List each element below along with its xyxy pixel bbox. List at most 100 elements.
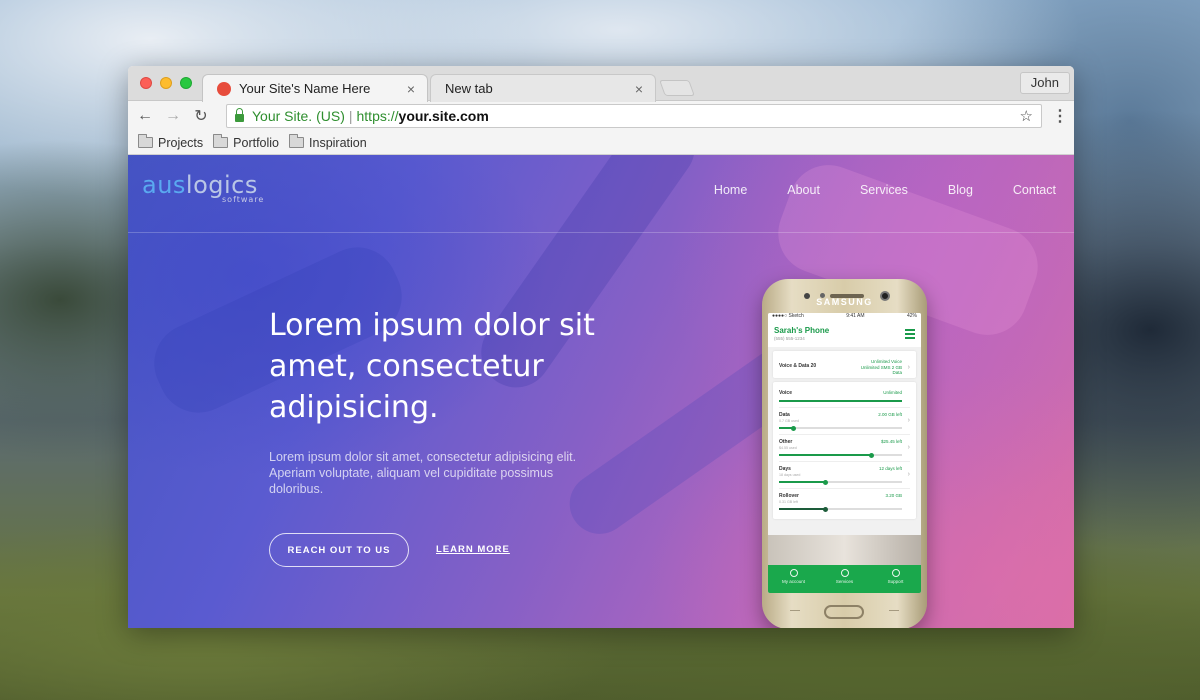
tab-active[interactable]: Your Site's Name Here × [202, 74, 428, 102]
tab-title: Your Site's Name Here [239, 81, 371, 96]
usage-row: Days 12 days left 18 days used › [779, 462, 910, 489]
usage-row: Voice Unlimited [779, 386, 910, 408]
usage-bar [779, 452, 902, 458]
bookmark-projects[interactable]: Projects [138, 134, 204, 150]
tab-close-icon[interactable]: × [407, 81, 415, 97]
logo-subtitle: software [222, 195, 265, 204]
app-tab-my-account: My account [768, 565, 819, 593]
usage-value: 2.00 GB left [878, 412, 902, 417]
plan-detail: Unlimited Voice Unlimited SMS 2 GB Data [860, 359, 902, 375]
site-logo[interactable]: auslogics software [142, 171, 263, 204]
nav-contact[interactable]: Contact [1013, 183, 1056, 197]
usage-sub: $4.55 used [779, 446, 797, 450]
header-divider [128, 232, 1074, 233]
usage-bar [779, 479, 902, 485]
back-arrow-icon[interactable]: ← [136, 107, 154, 125]
bookmarks-bar: Projects Portfolio Inspiration [128, 131, 1074, 155]
new-tab-button[interactable] [659, 80, 695, 96]
website-hero: auslogics software Home About Services B… [128, 155, 1074, 628]
folder-icon [213, 134, 229, 148]
hero-headline: Lorem ipsum dolor sit amet, consectetur … [269, 308, 595, 425]
url-scheme: https:// [356, 108, 399, 124]
usage-bar-fill [779, 400, 902, 402]
hero-lead-text: Lorem ipsum dolor sit amet, consectetur … [269, 450, 577, 496]
tab-strip: Your Site's Name Here × New tab × John [128, 66, 1074, 102]
bookmark-label: Inspiration [309, 135, 367, 150]
usage-value: Unlimited [883, 390, 902, 395]
profile-button[interactable]: John [1019, 72, 1070, 94]
usage-card: Voice Unlimited Data 2.00 GB left 0.7 GB… [773, 382, 916, 519]
usage-sub: 0.31 GB left [779, 500, 798, 504]
hamburger-icon [905, 329, 915, 341]
usage-bar-fill [779, 481, 826, 483]
nav-services[interactable]: Services [860, 183, 908, 197]
folder-icon [138, 134, 153, 148]
nav-about[interactable]: About [787, 183, 820, 197]
browser-window: Your Site's Name Here × New tab × John ←… [128, 66, 1074, 628]
nav-blog[interactable]: Blog [948, 183, 973, 197]
learn-more-link[interactable]: LEARN MORE [436, 544, 510, 555]
logo-part-1: aus [142, 171, 186, 199]
tab-close-icon[interactable]: × [635, 81, 643, 97]
reach-out-button[interactable]: REACH OUT TO US [269, 533, 409, 567]
app-tab-support: Support [870, 565, 921, 593]
address-bar[interactable]: Your Site. (US) | https:// your.site.com… [226, 104, 1042, 128]
services-icon [840, 569, 849, 577]
usage-bar [779, 400, 902, 402]
secure-site-label: Your Site. (US) [252, 108, 345, 124]
usage-bar-knob [791, 425, 797, 431]
minimize-window-button[interactable] [160, 77, 172, 89]
usage-bar-fill [779, 454, 872, 456]
phone-back-key-icon [790, 610, 800, 614]
url-host: your.site.com [398, 108, 489, 124]
app-tab-bar: My account Services Support [768, 565, 921, 593]
browser-toolbar: ← → ↻ Your Site. (US) | https:// your.si… [128, 101, 1074, 131]
status-carrier: ●●●●○ Sketch [772, 313, 804, 319]
phone-brand: SAMSUNG [816, 297, 873, 307]
site-favicon-icon [217, 81, 231, 96]
chevron-right-icon: › [907, 417, 910, 424]
account-icon [789, 569, 798, 577]
usage-value: 3.20 GB [885, 493, 902, 498]
folder-icon [289, 134, 305, 148]
tab-title: New tab [445, 81, 493, 96]
usage-bar [779, 425, 902, 431]
usage-row: Data 2.00 GB left 0.7 GB used › [779, 408, 910, 435]
chevron-right-icon: › [907, 364, 910, 371]
app-tab-services: Services [819, 565, 870, 593]
phone-home-button [824, 605, 864, 619]
lock-icon [235, 107, 244, 122]
bookmark-inspiration[interactable]: Inspiration [289, 134, 367, 150]
zoom-window-button[interactable] [180, 77, 192, 89]
usage-bar-fill [779, 508, 826, 510]
site-nav: Home About Services Blog Contact [714, 183, 1056, 197]
bookmark-label: Projects [158, 135, 204, 150]
status-time: 9:41 AM [846, 313, 865, 319]
close-window-button[interactable] [140, 77, 152, 89]
address-separator: | [348, 108, 353, 124]
app-tab-label: My account [781, 579, 805, 584]
app-tab-label: Services [835, 579, 854, 584]
phone-recent-key-icon [889, 610, 899, 614]
usage-sub: 18 days used [779, 473, 801, 477]
usage-bar-knob [868, 452, 874, 458]
forward-arrow-icon[interactable]: → [164, 107, 182, 125]
phone-status-bar: ●●●●○ Sketch 9:41 AM 42% [768, 313, 921, 322]
phone-photo-strip [768, 535, 921, 565]
phone-screen: ●●●●○ Sketch 9:41 AM 42% Sarah's Phone (… [768, 313, 921, 593]
bookmark-star-icon[interactable]: ☆ [1020, 107, 1033, 125]
tab-new-tab[interactable]: New tab × [430, 74, 656, 102]
usage-bar [779, 506, 902, 512]
reload-icon[interactable]: ↻ [192, 106, 210, 126]
usage-value: 12 days left [878, 466, 902, 471]
plan-card: Voice & Data 20 Unlimited Voice Unlimite… [773, 351, 916, 378]
window-controls [140, 77, 192, 89]
bookmark-portfolio[interactable]: Portfolio [213, 134, 279, 150]
browser-menu-icon[interactable]: ⋮ [1052, 106, 1068, 126]
app-phone-number: (555) 555-1234 [774, 336, 805, 341]
usage-sub: 0.7 GB used [779, 419, 799, 423]
support-icon [891, 569, 900, 577]
status-battery: 42% [906, 313, 917, 319]
app-header: Sarah's Phone (555) 555-1234 [768, 322, 921, 347]
nav-home[interactable]: Home [714, 183, 747, 197]
